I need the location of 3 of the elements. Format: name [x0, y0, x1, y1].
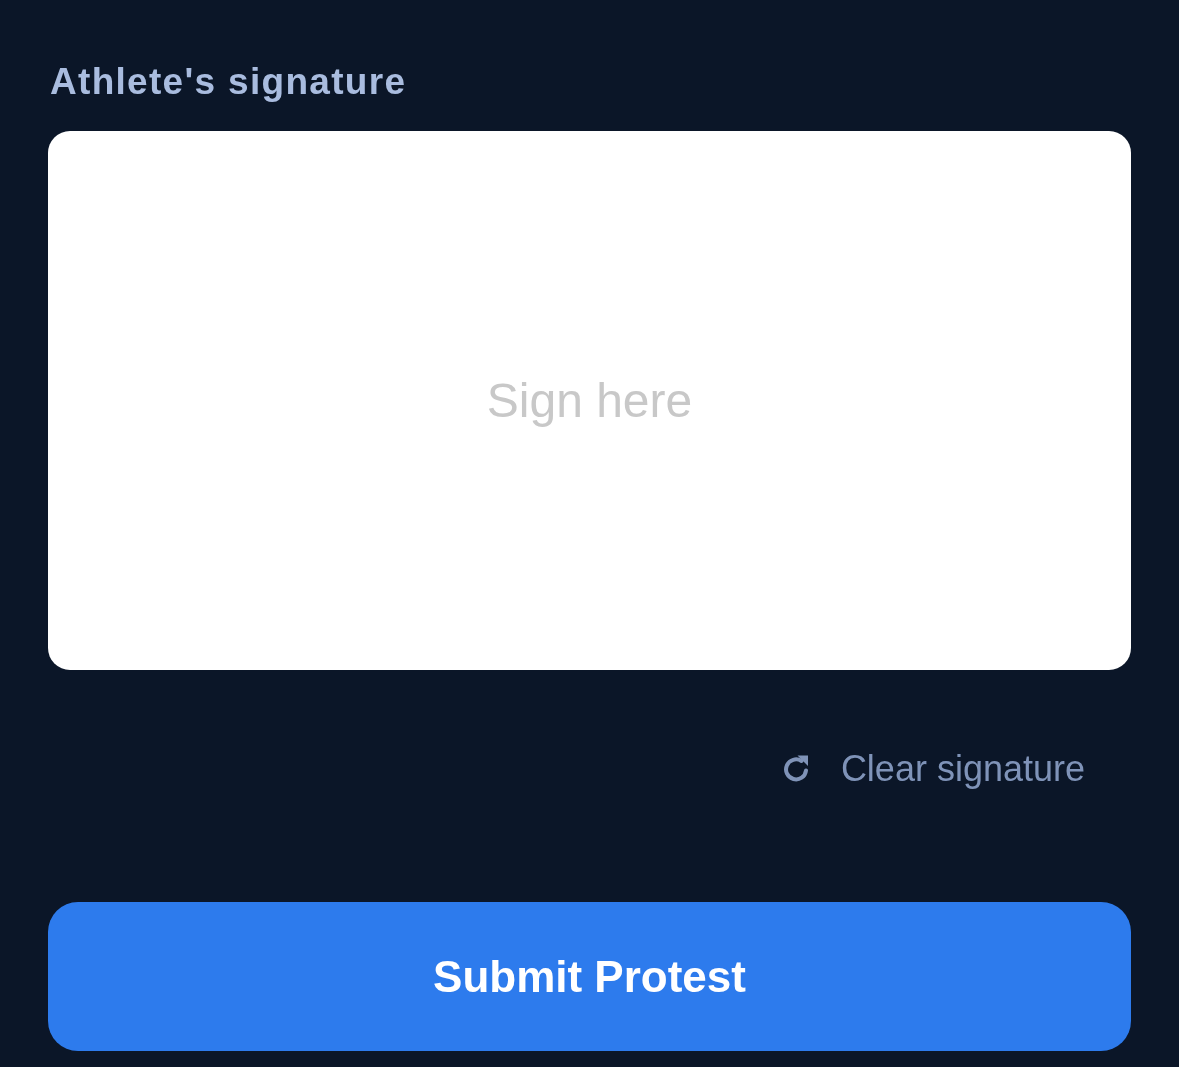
field-label: Athlete's signature	[50, 60, 407, 103]
submit-protest-button[interactable]: Submit Protest	[48, 902, 1131, 1051]
clear-signature-button[interactable]: Clear signature	[779, 748, 1085, 790]
